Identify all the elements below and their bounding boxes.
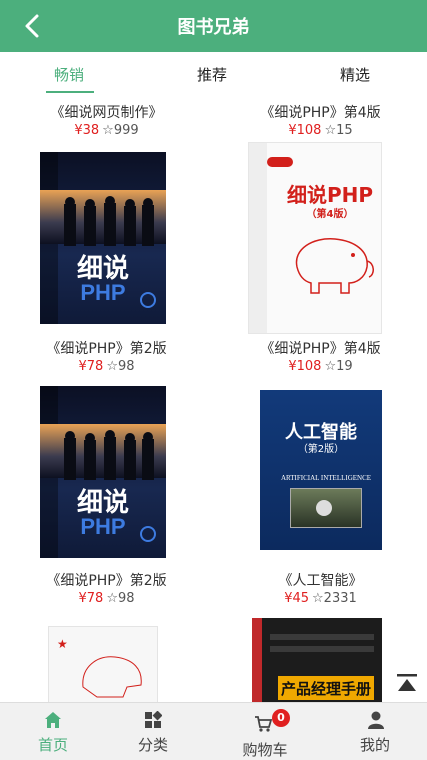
tab-bar: 畅销 推荐 精选 [0,52,427,96]
book-cover-image[interactable]: ★ [48,626,158,702]
nav-item-cart[interactable]: 0 购物车 [212,703,318,760]
nav-item-label: 分类 [137,736,168,754]
nav-item-home[interactable]: 首页 [0,703,106,760]
product-price: ¥78 [78,591,104,606]
user-icon [368,711,384,729]
product-card[interactable]: 《细说PHP》第4版 ¥108 ☆15 [214,104,427,140]
product-price: ¥38 [74,123,100,138]
bottom-nav: 首页 分类 0 购物车 我的 [0,702,427,760]
product-name: 《细说PHP》第4版 [260,105,381,121]
product-favorites: ☆999 [102,123,139,138]
product-card[interactable]: 《细说PHP》第2版 ¥78 ☆98 [0,340,213,376]
nav-item-category[interactable]: 分类 [100,703,206,760]
product-favorites: ☆19 [324,359,353,374]
product-price: ¥108 [288,359,322,374]
product-card[interactable]: 《人工智能》 ¥45 ☆2331 [214,572,427,608]
book-cover-image[interactable]: 产品经理手册 [252,618,382,702]
product-favorites: ☆2331 [312,591,357,606]
product-price: ¥45 [284,591,310,606]
back-to-top-icon[interactable] [396,672,418,694]
tab-bestseller[interactable]: 畅销 [54,64,84,85]
product-price: ¥108 [288,123,322,138]
product-name: 《人工智能》 [278,573,363,589]
book-cover-image[interactable]: 细说 PHP [40,152,166,324]
product-name: 《细说PHP》第2版 [46,341,167,357]
product-grid: 《细说网页制作》 ¥38 ☆999 《细说PHP》第4版 ¥108 ☆15 细说 P… [0,98,427,702]
nav-item-label: 购物车 [242,741,288,759]
product-favorites: ☆98 [106,359,135,374]
header-bar: 图书兄弟 [0,0,427,52]
category-icon [145,711,162,728]
product-name: 《细说PHP》第4版 [260,341,381,357]
nav-item-profile[interactable]: 我的 [322,703,427,760]
product-favorites: ☆98 [106,591,135,606]
cart-icon [255,716,272,732]
product-name: 《细说PHP》第2版 [46,573,167,589]
book-cover-image[interactable]: 细说PHP （第4版） [248,142,382,334]
book-cover-image[interactable]: 人工智能 （第2版） ARTIFICIAL INTELLIGENCE [260,390,382,550]
nav-item-label: 我的 [359,736,390,754]
active-tab-indicator [46,91,94,93]
book-cover-image[interactable]: 细说 PHP [40,386,166,558]
product-card[interactable]: 《细说PHP》第4版 ¥108 ☆19 [214,340,427,376]
cart-count-badge: 0 [272,709,290,727]
product-name: 《细说网页制作》 [50,105,163,121]
tab-recommend[interactable]: 推荐 [197,64,227,85]
product-card[interactable]: 《细说网页制作》 ¥38 ☆999 [0,104,213,140]
nav-item-label: 首页 [37,736,68,754]
product-favorites: ☆15 [324,123,353,138]
product-price: ¥78 [78,359,104,374]
product-card[interactable]: 《细说PHP》第2版 ¥78 ☆98 [0,572,213,608]
page-title: 图书兄弟 [177,17,250,38]
home-icon [45,712,61,728]
tab-featured[interactable]: 精选 [340,64,370,85]
